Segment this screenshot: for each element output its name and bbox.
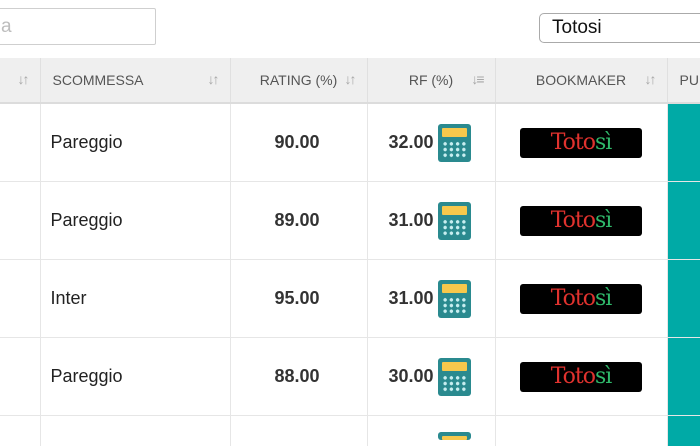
calculator-icon[interactable] bbox=[438, 202, 471, 240]
sort-arrows-icon[interactable]: ↓↑ bbox=[345, 71, 355, 87]
action-cell[interactable] bbox=[667, 260, 700, 338]
action-cell[interactable] bbox=[667, 182, 700, 260]
bookmaker-cell: Totosì bbox=[495, 260, 667, 338]
sort-arrows-icon[interactable]: ↓↑ bbox=[645, 71, 655, 87]
bookmaker-cell: Totosì bbox=[495, 182, 667, 260]
table-row[interactable]: Pareggio 90.00 32.00 Totosì bbox=[0, 103, 700, 182]
odds-table: ↓↑ SCOMMESSA↓↑ RATING (%)↓↑ RF (%)↓≡ BOO… bbox=[0, 58, 700, 446]
rf-cell: 31.00 bbox=[367, 182, 495, 260]
sort-desc-icon[interactable]: ↓≡ bbox=[471, 71, 482, 87]
table-row[interactable] bbox=[0, 416, 700, 446]
action-cell[interactable] bbox=[667, 338, 700, 416]
bookmaker-logo[interactable]: Totosì bbox=[520, 128, 642, 158]
bookmaker-logo[interactable]: Totosì bbox=[520, 284, 642, 314]
action-cell[interactable] bbox=[667, 416, 700, 446]
table-header-row: ↓↑ SCOMMESSA↓↑ RATING (%)↓↑ RF (%)↓≡ BOO… bbox=[0, 58, 700, 103]
table-row[interactable]: Inter 95.00 31.00 Totosì bbox=[0, 260, 700, 338]
sort-arrows-icon[interactable]: ↓↑ bbox=[208, 71, 218, 87]
bookmaker-select[interactable]: Totosi bbox=[539, 13, 700, 43]
rf-cell: 32.00 bbox=[367, 103, 495, 182]
rating-cell: 90.00 bbox=[230, 103, 367, 182]
calculator-icon[interactable] bbox=[438, 124, 471, 162]
column-header-rf[interactable]: RF (%)↓≡ bbox=[367, 58, 495, 103]
calculator-icon[interactable] bbox=[438, 358, 471, 396]
calculator-icon[interactable] bbox=[438, 432, 471, 440]
table-row[interactable]: Pareggio 89.00 31.00 Totosì bbox=[0, 182, 700, 260]
rf-cell: 30.00 bbox=[367, 338, 495, 416]
rating-cell: 88.00 bbox=[230, 338, 367, 416]
calculator-icon[interactable] bbox=[438, 280, 471, 318]
column-header-bookmaker[interactable]: BOOKMAKER↓↑ bbox=[495, 58, 667, 103]
rating-cell: 95.00 bbox=[230, 260, 367, 338]
bookmaker-cell: Totosì bbox=[495, 103, 667, 182]
sort-arrows-icon[interactable]: ↓↑ bbox=[18, 71, 28, 87]
column-header-scommessa[interactable]: SCOMMESSA↓↑ bbox=[40, 58, 230, 103]
bookmaker-logo[interactable]: Totosì bbox=[520, 362, 642, 392]
column-header-rating[interactable]: RATING (%)↓↑ bbox=[230, 58, 367, 103]
column-header-blank[interactable]: ↓↑ bbox=[0, 58, 40, 103]
rf-cell: 31.00 bbox=[367, 260, 495, 338]
bookmaker-cell: Totosì bbox=[495, 338, 667, 416]
table-row[interactable]: Pareggio 88.00 30.00 Totosì bbox=[0, 338, 700, 416]
bet-cell: Pareggio bbox=[40, 338, 230, 416]
bookmaker-logo[interactable]: Totosì bbox=[520, 206, 642, 236]
rating-cell: 89.00 bbox=[230, 182, 367, 260]
bet-cell: Pareggio bbox=[40, 103, 230, 182]
bet-cell: Inter bbox=[40, 260, 230, 338]
bet-cell: Pareggio bbox=[40, 182, 230, 260]
action-cell[interactable] bbox=[667, 103, 700, 182]
search-input[interactable]: a bbox=[0, 8, 156, 45]
column-header-pu[interactable]: PU bbox=[667, 58, 700, 103]
